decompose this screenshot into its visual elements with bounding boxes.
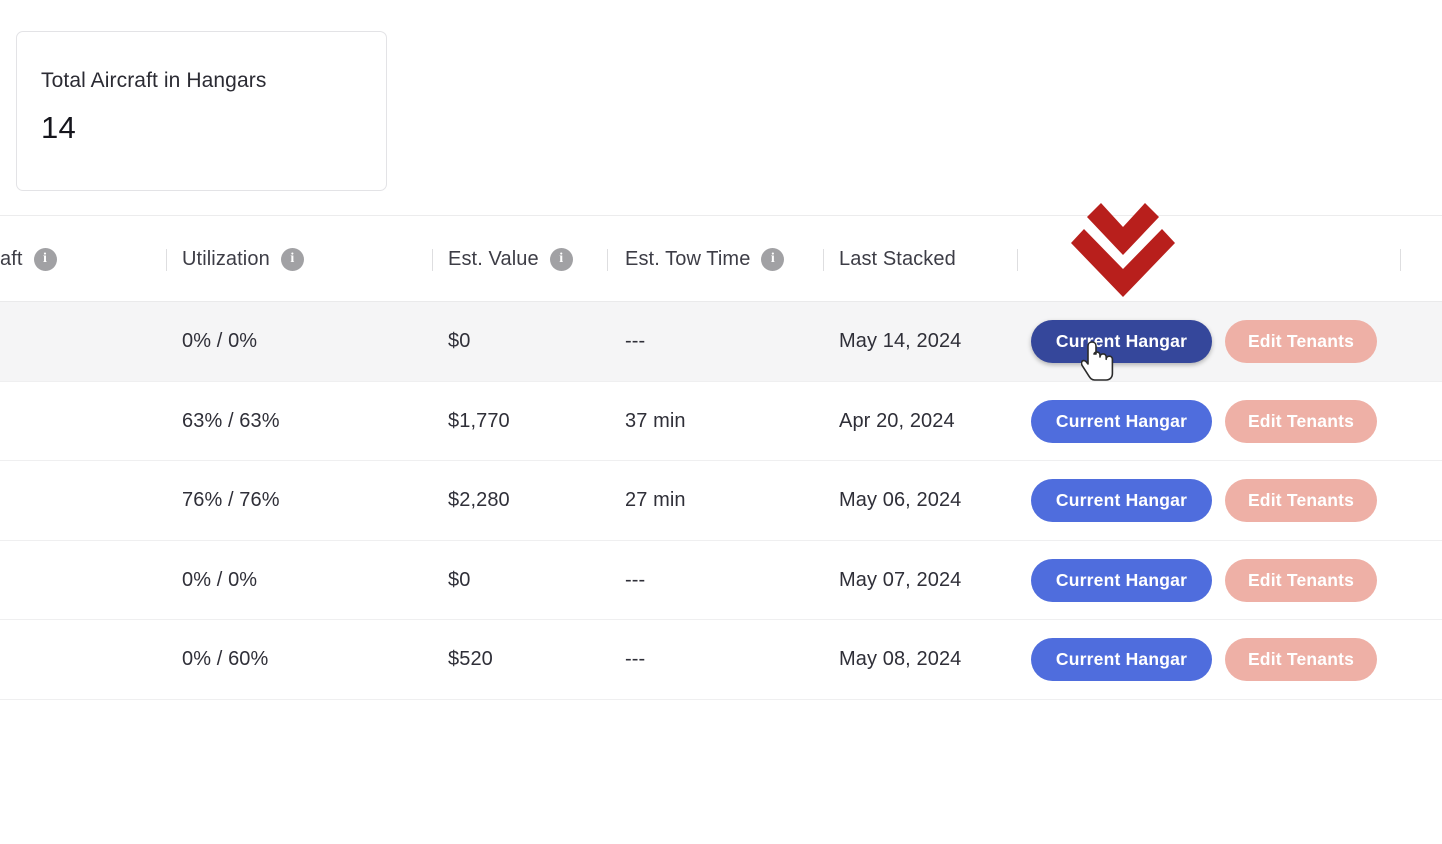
table-row[interactable]: 0% / 60% $520 --- May 08, 2024 Current H… (0, 620, 1442, 700)
column-header-label: Last Stacked (839, 248, 956, 271)
current-hangar-button[interactable]: Current Hangar (1031, 559, 1212, 602)
cell-est-value: $2,280 (448, 461, 510, 541)
cell-utilization: 0% / 0% (182, 302, 257, 382)
edit-tenants-button[interactable]: Edit Tenants (1225, 559, 1377, 602)
current-hangar-button[interactable]: Current Hangar (1031, 479, 1212, 522)
cell-actions: Current Hangar Edit Tenants (1031, 461, 1377, 541)
column-divider (432, 249, 433, 271)
column-divider (1400, 249, 1401, 271)
cell-utilization: 0% / 0% (182, 541, 257, 621)
column-header-est-tow-time[interactable]: Est. Tow Time i (625, 216, 784, 302)
cell-last-stacked: May 14, 2024 (839, 302, 961, 382)
current-hangar-button[interactable]: Current Hangar (1031, 638, 1212, 681)
column-header-label: Est. Tow Time (625, 248, 750, 271)
cell-est-tow-time: 37 min (625, 382, 686, 462)
column-header-aircraft[interactable]: aft i (0, 216, 57, 302)
stat-card-label: Total Aircraft in Hangars (41, 69, 266, 93)
cell-actions: Current Hangar Edit Tenants (1031, 382, 1377, 462)
cell-last-stacked: May 06, 2024 (839, 461, 961, 541)
edit-tenants-button[interactable]: Edit Tenants (1225, 400, 1377, 443)
stat-card-value: 14 (41, 110, 76, 146)
cell-utilization: 63% / 63% (182, 382, 280, 462)
cell-actions: Current Hangar Edit Tenants (1031, 620, 1377, 700)
cell-utilization: 76% / 76% (182, 461, 280, 541)
cell-last-stacked: May 08, 2024 (839, 620, 961, 700)
edit-tenants-button[interactable]: Edit Tenants (1225, 320, 1377, 363)
table-row[interactable]: 76% / 76% $2,280 27 min May 06, 2024 Cur… (0, 461, 1442, 541)
table-header-row: aft i Utilization i Est. Value i Est. To… (0, 215, 1442, 302)
info-icon[interactable]: i (761, 248, 784, 271)
edit-tenants-button[interactable]: Edit Tenants (1225, 479, 1377, 522)
column-header-label: Est. Value (448, 248, 539, 271)
current-hangar-button[interactable]: Current Hangar (1031, 320, 1212, 363)
column-header-utilization[interactable]: Utilization i (182, 216, 304, 302)
cell-est-value: $0 (448, 302, 470, 382)
table-row[interactable]: 0% / 0% $0 --- May 14, 2024 Current Hang… (0, 302, 1442, 382)
stat-card-total-aircraft: Total Aircraft in Hangars 14 (16, 31, 387, 191)
column-divider (1017, 249, 1018, 271)
column-divider (607, 249, 608, 271)
hangar-dashboard-page: Total Aircraft in Hangars 14 aft i Utili… (0, 0, 1442, 844)
cell-est-tow-time: --- (625, 541, 645, 621)
cell-est-value: $1,770 (448, 382, 510, 462)
info-icon[interactable]: i (34, 248, 57, 271)
column-divider (166, 249, 167, 271)
edit-tenants-button[interactable]: Edit Tenants (1225, 638, 1377, 681)
cell-actions: Current Hangar Edit Tenants (1031, 302, 1377, 382)
cell-est-value: $0 (448, 541, 470, 621)
cell-est-tow-time: 27 min (625, 461, 686, 541)
column-header-label: Utilization (182, 248, 270, 271)
cell-actions: Current Hangar Edit Tenants (1031, 541, 1377, 621)
cell-utilization: 0% / 60% (182, 620, 268, 700)
info-icon[interactable]: i (281, 248, 304, 271)
column-header-last-stacked[interactable]: Last Stacked (839, 216, 956, 302)
hangars-table: aft i Utilization i Est. Value i Est. To… (0, 215, 1442, 700)
cell-est-tow-time: --- (625, 302, 645, 382)
cell-last-stacked: May 07, 2024 (839, 541, 961, 621)
column-divider (823, 249, 824, 271)
cell-last-stacked: Apr 20, 2024 (839, 382, 955, 462)
info-icon[interactable]: i (550, 248, 573, 271)
column-header-label: aft (0, 248, 23, 271)
column-header-est-value[interactable]: Est. Value i (448, 216, 573, 302)
current-hangar-button[interactable]: Current Hangar (1031, 400, 1212, 443)
table-row[interactable]: 0% / 0% $0 --- May 07, 2024 Current Hang… (0, 541, 1442, 621)
cell-est-value: $520 (448, 620, 493, 700)
cell-est-tow-time: --- (625, 620, 645, 700)
table-row[interactable]: 63% / 63% $1,770 37 min Apr 20, 2024 Cur… (0, 382, 1442, 462)
